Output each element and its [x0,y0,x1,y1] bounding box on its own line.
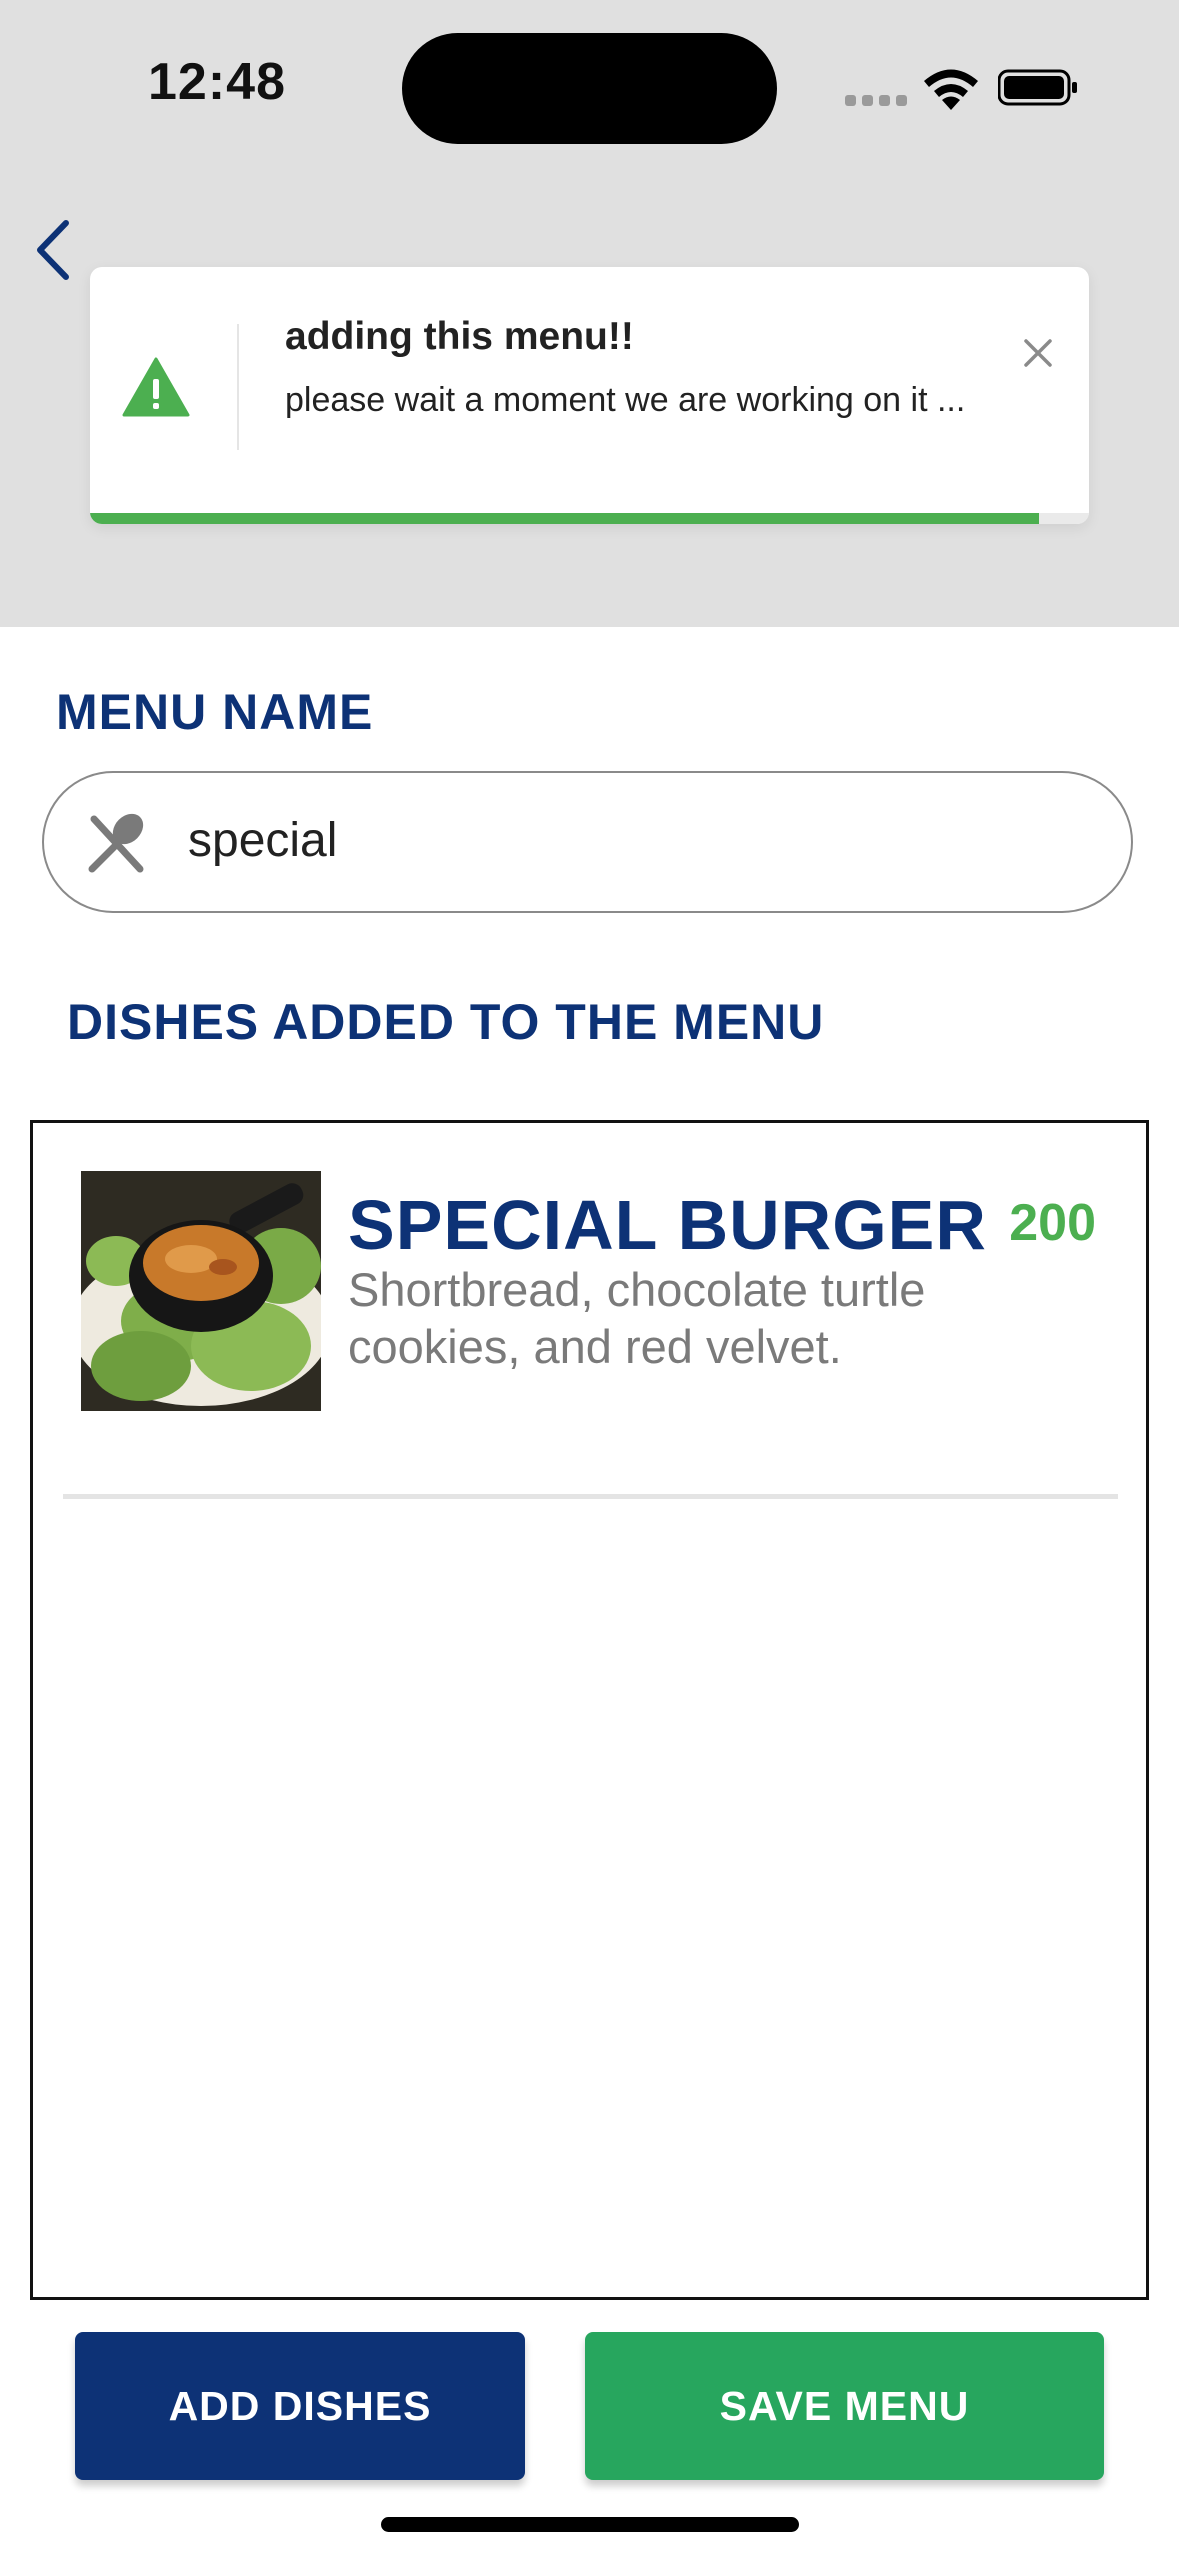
toast-title: adding this menu!! [285,315,634,358]
warning-icon [122,357,190,417]
toast-progress-bar [90,513,1089,524]
home-indicator[interactable] [381,2517,799,2532]
dishes-section-title: DISHES ADDED TO THE MENU [67,994,825,1050]
toast-progress-fill [90,513,1040,524]
dish-image [81,1171,321,1411]
cellular-signal-icon [845,95,907,106]
status-time: 12:48 [148,53,286,111]
wifi-icon [924,69,978,110]
menu-name-input[interactable]: special [42,771,1133,913]
dynamic-island [402,33,777,144]
fork-spoon-icon [88,813,144,873]
dish-item[interactable]: SPECIAL BURGER 200 Shortbread, chocolate… [33,1123,1146,1503]
close-icon[interactable] [1018,333,1058,373]
menu-name-value: special [188,814,338,867]
toast-divider [237,324,239,450]
menu-name-label: MENU NAME [56,684,374,740]
battery-icon [998,69,1077,106]
dish-price: 200 [1009,1194,1096,1252]
dish-description: Shortbread, chocolate turtle cookies, an… [348,1263,926,1373]
back-chevron-icon[interactable] [28,215,78,285]
dish-name: SPECIAL BURGER [348,1186,987,1264]
save-menu-button[interactable]: SAVE MENU [585,2332,1104,2480]
toast-message: please wait a moment we are working on i… [285,381,966,419]
dish-separator [63,1494,1118,1499]
notification-overlay: 12:48 adding this menu!! please wait a m… [0,0,1179,627]
add-dishes-button[interactable]: ADD DISHES [75,2332,525,2480]
dishes-list[interactable]: SPECIAL BURGER 200 Shortbread, chocolate… [30,1120,1149,2300]
toast-notification: adding this menu!! please wait a moment … [90,267,1089,524]
